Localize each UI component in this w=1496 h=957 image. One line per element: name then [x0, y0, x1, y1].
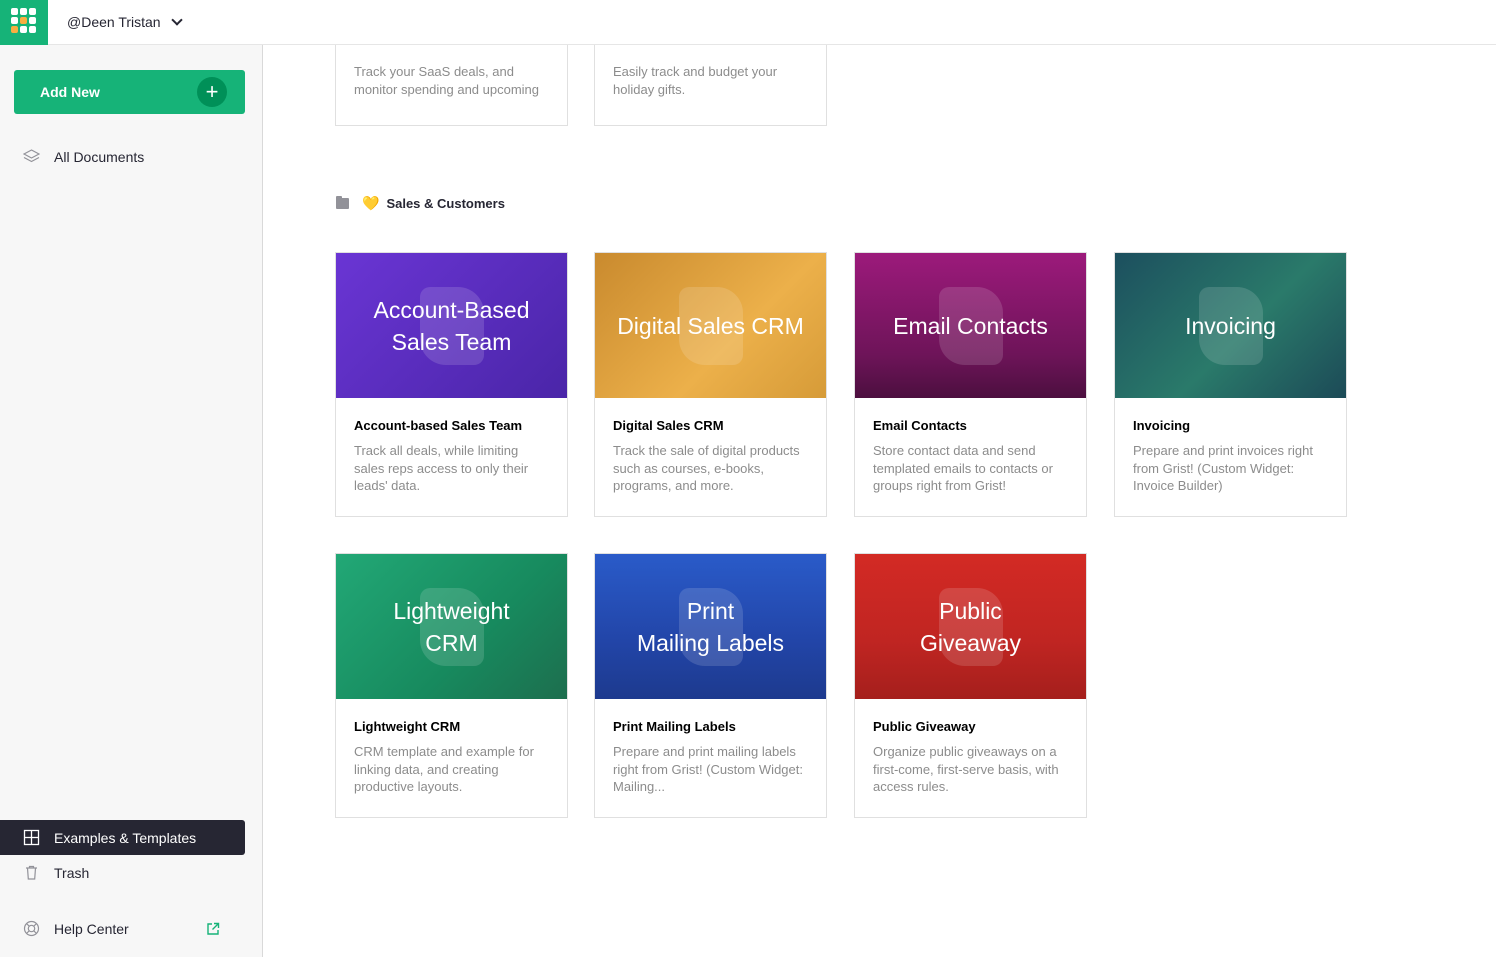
trash-icon — [26, 865, 37, 880]
card-title: Lightweight CRM — [354, 719, 461, 734]
card-description: Track all deals, while limiting sales re… — [354, 443, 529, 494]
lifebuoy-icon — [23, 920, 40, 937]
section-title: Sales & Customers — [386, 196, 505, 211]
template-card[interactable]: Easily track and budget your holiday gif… — [594, 45, 827, 126]
template-card-public-giveaway[interactable]: Public Giveaway Public Giveaway Organize… — [854, 553, 1087, 818]
sidebar-item-label: Help Center — [54, 920, 129, 937]
left-panel: @Deen Tristan Add New + All Documents Ex… — [0, 0, 263, 957]
card-thumbnail-text: Public Giveaway — [920, 597, 1021, 656]
card-thumbnail-text: Print Mailing Labels — [636, 597, 785, 656]
sidebar-item-label: Trash — [54, 864, 90, 881]
card-thumbnail: Invoicing — [1115, 253, 1346, 398]
card-description: Organize public giveaways on a first-com… — [873, 744, 1059, 795]
card-description: Track your SaaS deals, and monitor spend… — [354, 64, 540, 97]
card-description: Prepare and print mailing labels right f… — [613, 744, 803, 795]
card-description: Easily track and budget your holiday gif… — [613, 64, 778, 97]
card-thumbnail-text: Email Contacts — [893, 312, 1048, 339]
org-switcher[interactable]: @Deen Tristan — [48, 0, 263, 45]
card-description: CRM template and example for linking dat… — [354, 744, 534, 795]
template-card-account-based-sales-team[interactable]: Account-Based Sales Team Account-based S… — [335, 252, 568, 517]
template-card-digital-sales-crm[interactable]: Digital Sales CRM Digital Sales CRM Trac… — [594, 252, 827, 517]
card-thumbnail: Public Giveaway — [855, 554, 1086, 699]
logo-grid-icon — [11, 8, 37, 34]
section-header: 💛 Sales & Customers — [336, 195, 505, 212]
template-card[interactable]: Track your SaaS deals, and monitor spend… — [335, 45, 568, 126]
card-thumbnail: Lightweight CRM — [336, 554, 567, 699]
card-thumbnail: Email Contacts — [855, 253, 1086, 398]
folder-icon — [336, 196, 349, 209]
card-title: Email Contacts — [873, 418, 967, 433]
card-title: Account-based Sales Team — [354, 418, 523, 433]
template-card-email-contacts[interactable]: Email Contacts Email Contacts Store cont… — [854, 252, 1087, 517]
grist-logo[interactable] — [0, 0, 48, 45]
card-title: Invoicing — [1133, 418, 1191, 433]
sidebar-item-trash[interactable]: Trash — [0, 855, 245, 890]
org-name: @Deen Tristan — [67, 14, 161, 30]
layers-icon — [23, 149, 40, 163]
add-new-button[interactable]: Add New + — [14, 70, 245, 114]
card-thumbnail: Digital Sales CRM — [595, 253, 826, 398]
grid-icon — [23, 829, 40, 846]
card-thumbnail: Print Mailing Labels — [595, 554, 826, 699]
card-thumbnail-text: Digital Sales CRM — [617, 312, 804, 339]
templates-content: Track your SaaS deals, and monitor spend… — [263, 45, 1496, 957]
sidebar-item-all-documents[interactable]: All Documents — [0, 139, 245, 174]
card-thumbnail-text: Invoicing — [1185, 312, 1276, 339]
card-thumbnail-text: Account-Based Sales Team — [373, 296, 530, 355]
card-description: Store contact data and send templated em… — [873, 443, 1053, 494]
sidebar-item-label: All Documents — [54, 148, 145, 165]
card-thumbnail: Account-Based Sales Team — [336, 253, 567, 398]
template-card-invoicing[interactable]: Invoicing Invoicing Prepare and print in… — [1114, 252, 1347, 517]
sidebar-item-help-center[interactable]: Help Center — [0, 911, 245, 946]
top-bar — [263, 0, 1496, 45]
card-title: Print Mailing Labels — [613, 719, 736, 734]
template-card-lightweight-crm[interactable]: Lightweight CRM Lightweight CRM CRM temp… — [335, 553, 568, 818]
add-new-label: Add New — [40, 84, 100, 100]
sidebar-item-label: Examples & Templates — [54, 829, 197, 846]
plus-icon: + — [197, 77, 227, 107]
template-card-print-mailing-labels[interactable]: Print Mailing Labels Print Mailing Label… — [594, 553, 827, 818]
card-title: Public Giveaway — [873, 719, 976, 734]
card-thumbnail-text: Lightweight CRM — [393, 597, 510, 656]
chevron-down-icon — [170, 14, 183, 26]
card-title: Digital Sales CRM — [613, 418, 724, 433]
sidebar-item-examples-templates[interactable]: Examples & Templates — [0, 820, 245, 855]
yellow-heart-icon: 💛 — [362, 195, 380, 211]
card-description: Prepare and print invoices right from Gr… — [1133, 443, 1313, 494]
card-description: Track the sale of digital products such … — [613, 443, 800, 494]
external-link-icon — [207, 922, 220, 935]
